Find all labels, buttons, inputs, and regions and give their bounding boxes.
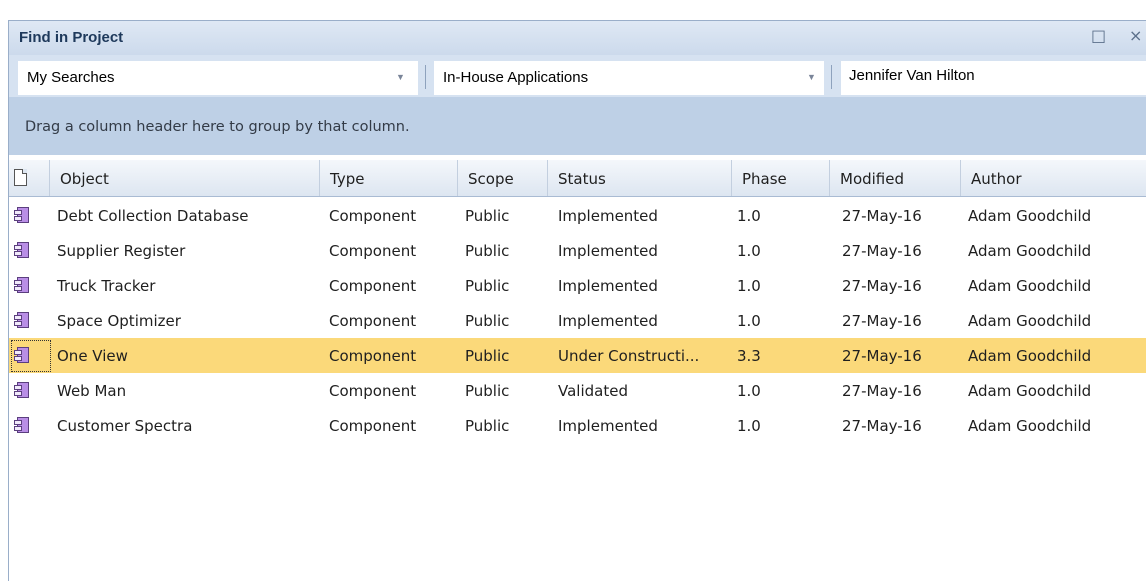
cell-phase: 1.0 — [737, 417, 761, 435]
table-row[interactable]: Supplier Register Component Public Imple… — [9, 233, 1146, 268]
column-header-label: Status — [558, 170, 606, 188]
column-header-object[interactable]: Object — [50, 160, 320, 196]
cell-modified: 27-May-16 — [842, 207, 922, 225]
cell-author: Adam Goodchild — [968, 207, 1092, 225]
group-by-hint: Drag a column header here to group by th… — [25, 119, 410, 135]
cell-author: Adam Goodchild — [968, 277, 1092, 295]
table-row[interactable]: Web Man Component Public Validated 1.0 2… — [9, 373, 1146, 408]
cell-author: Adam Goodchild — [968, 417, 1092, 435]
search-term-input[interactable]: Jennifer Van Hilton — [841, 61, 1146, 95]
search-term-value: Jennifer Van Hilton — [849, 67, 975, 84]
column-header-label: Scope — [468, 170, 514, 188]
cell-type: Component — [329, 312, 417, 330]
cell-scope: Public — [465, 207, 510, 225]
cell-modified: 27-May-16 — [842, 347, 922, 365]
cell-phase: 3.3 — [737, 347, 761, 365]
column-header-label: Phase — [742, 170, 787, 188]
column-header-label: Author — [971, 170, 1022, 188]
cell-author: Adam Goodchild — [968, 382, 1092, 400]
cell-object: One View — [57, 347, 128, 365]
search-category-value: My Searches — [27, 69, 115, 86]
cell-phase: 1.0 — [737, 277, 761, 295]
document-icon — [14, 169, 27, 186]
cell-modified: 27-May-16 — [842, 382, 922, 400]
component-icon — [14, 277, 29, 293]
cell-modified: 27-May-16 — [842, 417, 922, 435]
toolbar-separator — [831, 65, 832, 89]
cell-phase: 1.0 — [737, 382, 761, 400]
search-toolbar: My Searches ▼ In-House Applications ▼ Je… — [9, 59, 1146, 97]
column-header-author[interactable]: Author — [961, 160, 1146, 196]
cell-author: Adam Goodchild — [968, 242, 1092, 260]
column-header-label: Modified — [840, 170, 905, 188]
cell-status: Implemented — [558, 277, 658, 295]
cell-object: Debt Collection Database — [57, 207, 249, 225]
column-header-phase[interactable]: Phase — [732, 160, 830, 196]
cell-scope: Public — [465, 347, 510, 365]
table-row[interactable]: Space Optimizer Component Public Impleme… — [9, 303, 1146, 338]
table-row-selected[interactable]: One View Component Public Under Construc… — [9, 338, 1146, 373]
table-row[interactable]: Debt Collection Database Component Publi… — [9, 198, 1146, 233]
component-icon — [14, 312, 29, 328]
cell-status: Implemented — [558, 207, 658, 225]
cell-type: Component — [329, 382, 417, 400]
cell-type: Component — [329, 277, 417, 295]
cell-modified: 27-May-16 — [842, 242, 922, 260]
cell-object: Web Man — [57, 382, 127, 400]
component-icon — [14, 417, 29, 433]
cell-scope: Public — [465, 312, 510, 330]
component-icon — [14, 242, 29, 258]
cell-modified: 27-May-16 — [842, 312, 922, 330]
table-row[interactable]: Customer Spectra Component Public Implem… — [9, 408, 1146, 443]
column-header-type[interactable]: Type — [320, 160, 458, 196]
cell-status: Validated — [558, 382, 628, 400]
cell-object: Truck Tracker — [57, 277, 156, 295]
search-category-select[interactable]: My Searches ▼ — [18, 61, 418, 95]
cell-author: Adam Goodchild — [968, 312, 1092, 330]
cell-status: Implemented — [558, 312, 658, 330]
results-grid: Object Type Scope Status Phase Modified … — [9, 155, 1146, 581]
cell-status: Implemented — [558, 417, 658, 435]
cell-scope: Public — [465, 242, 510, 260]
cell-scope: Public — [465, 277, 510, 295]
package-select-value: In-House Applications — [443, 69, 589, 86]
cell-author: Adam Goodchild — [968, 347, 1092, 365]
cell-type: Component — [329, 207, 417, 225]
dropdown-arrow-icon[interactable]: ▼ — [396, 72, 405, 82]
window-title: Find in Project — [19, 29, 124, 46]
component-icon — [14, 347, 29, 363]
cell-object: Supplier Register — [57, 242, 186, 260]
package-select[interactable]: In-House Applications ▼ — [434, 61, 824, 95]
cell-object: Customer Spectra — [57, 417, 193, 435]
find-in-project-window: Find in Project □ × My Searches ▼ In-Hou… — [8, 20, 1146, 581]
cell-object: Space Optimizer — [57, 312, 181, 330]
cell-status: Under Constructi... — [558, 347, 700, 365]
cell-type: Component — [329, 242, 417, 260]
component-icon — [14, 382, 29, 398]
cell-status: Implemented — [558, 242, 658, 260]
close-icon[interactable]: × — [1129, 26, 1142, 45]
group-by-area[interactable]: Drag a column header here to group by th… — [9, 97, 1146, 155]
cell-scope: Public — [465, 417, 510, 435]
column-header-label: Object — [60, 170, 109, 188]
table-row[interactable]: Truck Tracker Component Public Implement… — [9, 268, 1146, 303]
component-icon — [14, 207, 29, 223]
cell-scope: Public — [465, 382, 510, 400]
cell-phase: 1.0 — [737, 312, 761, 330]
title-bar: Find in Project □ × — [9, 21, 1146, 55]
column-header-modified[interactable]: Modified — [830, 160, 961, 196]
column-header-label: Type — [330, 170, 365, 188]
cell-type: Component — [329, 347, 417, 365]
column-header-icon[interactable] — [9, 160, 50, 196]
cell-modified: 27-May-16 — [842, 277, 922, 295]
cell-phase: 1.0 — [737, 242, 761, 260]
column-header-status[interactable]: Status — [548, 160, 732, 196]
maximize-icon[interactable]: □ — [1091, 26, 1106, 45]
column-header-scope[interactable]: Scope — [458, 160, 548, 196]
dropdown-arrow-icon[interactable]: ▼ — [807, 72, 816, 82]
column-header-row: Object Type Scope Status Phase Modified … — [9, 160, 1146, 197]
toolbar-separator — [425, 65, 426, 89]
cell-phase: 1.0 — [737, 207, 761, 225]
cell-type: Component — [329, 417, 417, 435]
